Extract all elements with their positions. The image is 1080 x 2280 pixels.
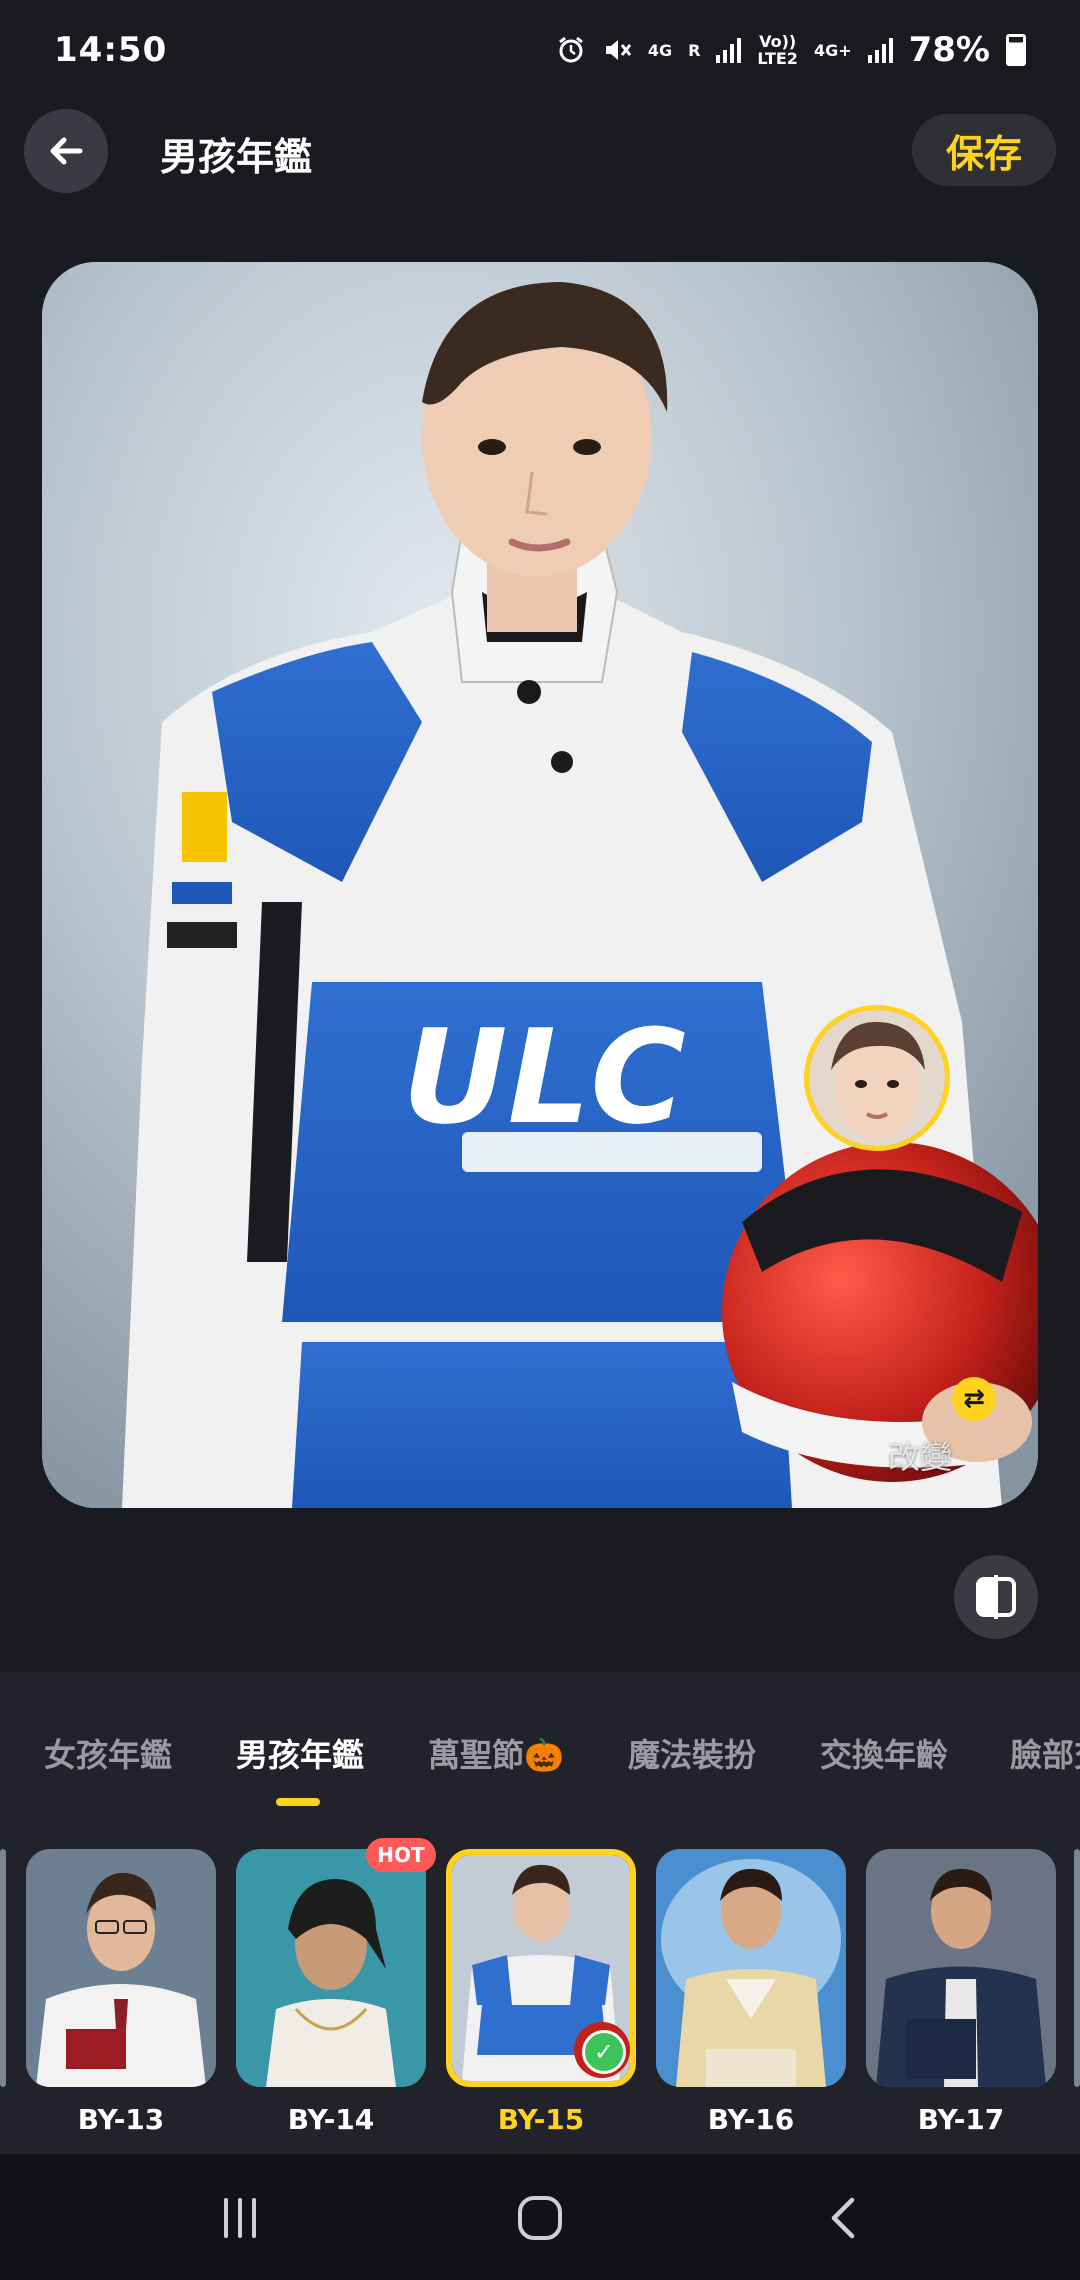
recents-button[interactable]: [208, 2186, 272, 2250]
signal-icon-2: [867, 37, 893, 63]
thumb-image: [866, 1849, 1056, 2087]
style-label-by15: BY-15: [497, 2103, 585, 2136]
category-tabs: 女孩年鑑 男孩年鑑 萬聖節🎃 魔法裝扮 交換年齡 臉部交: [0, 1730, 1080, 1800]
system-nav-bar: [0, 2154, 1080, 2280]
battery-icon: [1006, 34, 1026, 66]
tab-boy-yearbook[interactable]: 男孩年鑑: [236, 1730, 364, 1776]
selected-check-icon: ✓: [582, 2030, 626, 2074]
status-bar: 14:50 4G R Vo)) LTE2 4G+ 78%: [0, 0, 1080, 100]
nav-back-icon: [831, 2197, 855, 2239]
page-title: 男孩年鑑: [160, 135, 313, 179]
face-source-avatar[interactable]: [804, 1005, 950, 1151]
home-button[interactable]: [508, 2186, 572, 2250]
home-icon: [518, 2196, 562, 2240]
save-button[interactable]: 保存: [912, 114, 1056, 186]
status-time: 14:50: [54, 30, 168, 70]
back-button[interactable]: [24, 109, 108, 193]
tab-face-swap[interactable]: 臉部交: [1010, 1730, 1080, 1776]
thumb-image: [656, 1849, 846, 2087]
volte-label: Vo)) LTE2: [757, 33, 798, 67]
thumb-image: [26, 1849, 216, 2087]
volte-bottom: LTE2: [757, 49, 798, 68]
thumb-edge-right: [1074, 1849, 1080, 2087]
status-icons: 4G R Vo)) LTE2 4G+ 78%: [556, 30, 1026, 70]
header: 男孩年鑑 保存: [0, 108, 1080, 194]
active-tab-indicator: [276, 1798, 320, 1806]
style-thumb-by17[interactable]: [866, 1849, 1056, 2087]
network-4g-label: 4G: [647, 40, 673, 60]
alarm-icon: [558, 36, 583, 63]
change-face-label[interactable]: 改變: [888, 1432, 952, 1478]
compare-button[interactable]: [954, 1555, 1038, 1639]
tab-halloween[interactable]: 萬聖節🎃: [428, 1730, 564, 1776]
result-image: ULC ⇄ 改變: [42, 262, 1038, 1508]
thumb-edge-left: [0, 1849, 6, 2087]
swap-arrows-icon[interactable]: ⇄: [952, 1377, 996, 1421]
style-thumb-by14[interactable]: [236, 1849, 426, 2087]
system-back-button[interactable]: [812, 2186, 876, 2250]
tab-age-swap[interactable]: 交換年齡: [820, 1730, 948, 1776]
network-4g-plus-label: 4G+: [813, 40, 852, 60]
style-thumb-by16[interactable]: [656, 1849, 846, 2087]
style-label-by14: BY-14: [287, 2103, 375, 2136]
thumb-image: [236, 1849, 426, 2087]
face-avatar-image: [809, 1010, 945, 1146]
roaming-label: R: [688, 40, 701, 60]
racer-portrait: ULC: [42, 262, 1038, 1508]
compare-split-icon: [976, 1575, 1016, 1619]
svg-text:ULC: ULC: [402, 1001, 686, 1153]
style-label-by17: BY-17: [917, 2103, 1005, 2136]
battery-percent: 78%: [908, 30, 990, 70]
style-thumb-by13[interactable]: [26, 1849, 216, 2087]
volte-top: Vo)): [759, 32, 797, 51]
signal-icon: [716, 37, 742, 63]
tab-magic-costume[interactable]: 魔法裝扮: [628, 1730, 756, 1776]
hot-badge: HOT: [366, 1838, 436, 1872]
mute-icon: [605, 40, 631, 60]
style-label-by16: BY-16: [707, 2103, 795, 2136]
style-label-by13: BY-13: [77, 2103, 165, 2136]
back-arrow-icon: [50, 137, 83, 165]
recents-icon: [224, 2198, 256, 2238]
tab-girl-yearbook[interactable]: 女孩年鑑: [44, 1730, 172, 1776]
